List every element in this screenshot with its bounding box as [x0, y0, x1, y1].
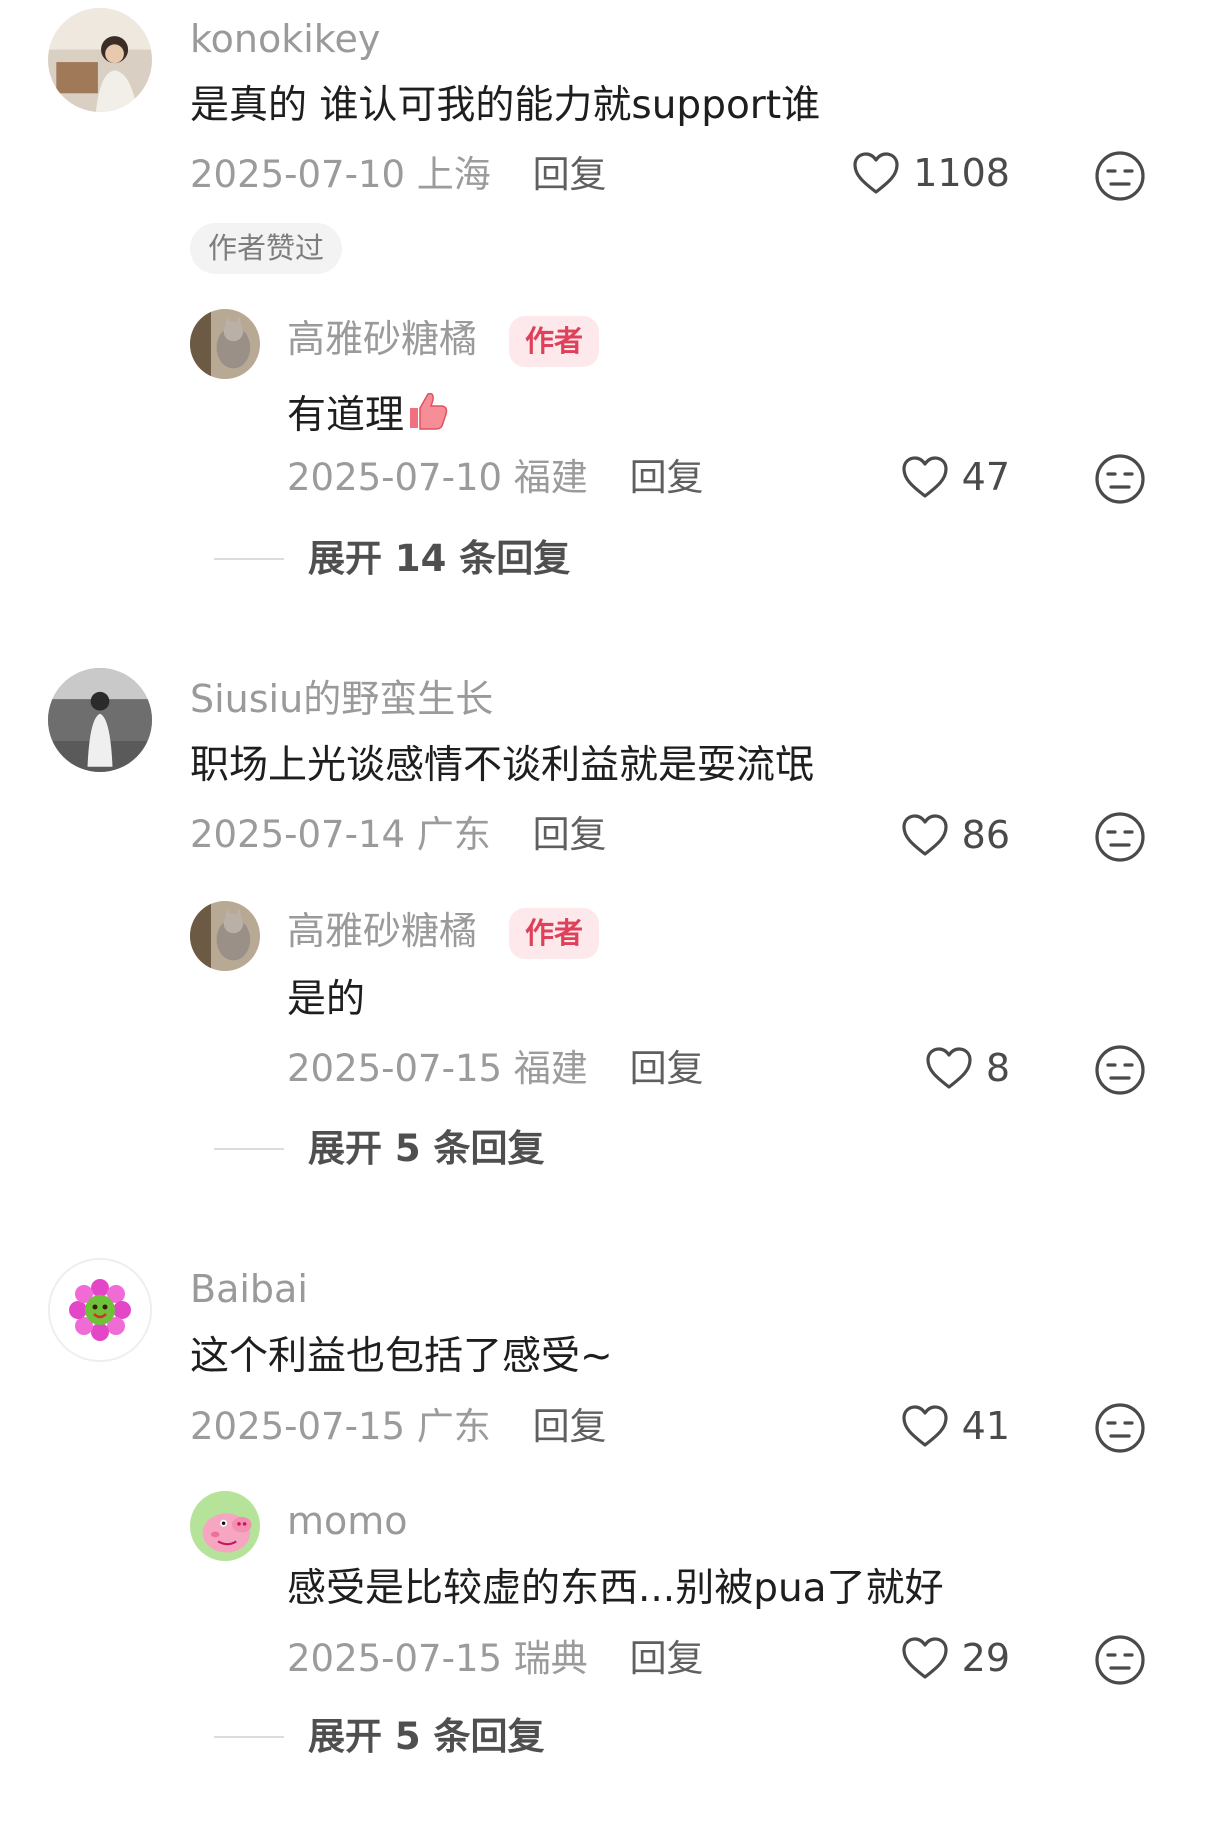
- like-button[interactable]: 47: [810, 454, 1010, 500]
- comment-text-content: 有道理: [287, 393, 405, 438]
- avatar[interactable]: [190, 901, 260, 971]
- comment-text: 这个利益也包括了感受~: [190, 1334, 613, 1379]
- comment-username[interactable]: Baibai: [190, 1270, 308, 1308]
- comment-username[interactable]: momo: [287, 1502, 408, 1540]
- comment-text: 是真的 谁认可我的能力就support谁: [190, 83, 821, 128]
- meh-face-icon: [1095, 1403, 1145, 1453]
- like-count: 47: [961, 455, 1010, 499]
- user-photo-avatar: [48, 668, 152, 772]
- comment-meta: 2025-07-15 广东 回复: [190, 1408, 607, 1445]
- avatar[interactable]: [48, 8, 152, 112]
- comment-meta: 2025-07-15 瑞典 回复: [287, 1640, 704, 1677]
- flower-avatar: [50, 1260, 150, 1360]
- comment-location: 瑞典: [513, 1637, 588, 1680]
- expand-replies-label: 展开 5 条回复: [308, 1715, 545, 1758]
- like-count: 86: [961, 813, 1010, 857]
- author-tag: 作者: [509, 316, 600, 367]
- reply-button[interactable]: 回复: [630, 1047, 704, 1090]
- heart-outline-icon: [902, 814, 948, 856]
- comment-username[interactable]: 高雅砂糖橘: [287, 320, 477, 358]
- dislike-button[interactable]: [1094, 1044, 1146, 1096]
- heart-outline-icon: [902, 1405, 948, 1447]
- author-liked-badge: 作者赞过: [190, 223, 343, 274]
- comment-text: 感受是比较虚的东西...别被pua了就好: [287, 1566, 944, 1611]
- reply-button[interactable]: 回复: [533, 1405, 607, 1448]
- like-count: 1108: [913, 151, 1010, 195]
- like-button[interactable]: 86: [810, 812, 1010, 858]
- comment-location: 上海: [416, 153, 491, 196]
- meh-face-icon: [1095, 1635, 1145, 1685]
- cat-photo-avatar: [190, 901, 260, 971]
- comment-location: 福建: [513, 1047, 588, 1090]
- comment-date: 2025-07-15: [190, 1405, 406, 1448]
- like-count: 41: [961, 1404, 1010, 1448]
- meh-face-icon: [1095, 151, 1145, 201]
- divider-line: [214, 1735, 284, 1738]
- like-button[interactable]: 1108: [750, 150, 1010, 196]
- comment-text: 有道理: [287, 388, 450, 435]
- comment-date: 2025-07-15: [287, 1637, 503, 1680]
- dislike-button[interactable]: [1094, 150, 1146, 202]
- dislike-button[interactable]: [1094, 811, 1146, 863]
- avatar[interactable]: [190, 1491, 260, 1561]
- comment-username[interactable]: konokikey: [190, 20, 380, 58]
- heart-outline-icon: [853, 152, 899, 194]
- expand-replies-button[interactable]: 展开 5 条回复: [214, 1130, 545, 1167]
- like-button[interactable]: 29: [810, 1635, 1010, 1681]
- meh-face-icon: [1095, 812, 1145, 862]
- pig-avatar: [190, 1491, 260, 1561]
- comment-meta: 2025-07-10 福建 回复: [287, 459, 704, 496]
- expand-replies-label: 展开 14 条回复: [308, 537, 571, 580]
- comment-meta: 2025-07-10 上海 回复: [190, 156, 607, 193]
- comment-location: 广东: [416, 1405, 491, 1448]
- like-count: 8: [985, 1046, 1010, 1090]
- expand-replies-button[interactable]: 展开 5 条回复: [214, 1718, 545, 1755]
- like-button[interactable]: 8: [810, 1045, 1010, 1091]
- expand-replies-label: 展开 5 条回复: [308, 1127, 545, 1170]
- meh-face-icon: [1095, 454, 1145, 504]
- comment-meta: 2025-07-15 福建 回复: [287, 1050, 704, 1087]
- dislike-button[interactable]: [1094, 1634, 1146, 1686]
- dislike-button[interactable]: [1094, 1402, 1146, 1454]
- comment-location: 广东: [416, 813, 491, 856]
- reply-button[interactable]: 回复: [630, 456, 704, 499]
- reply-button[interactable]: 回复: [630, 1637, 704, 1680]
- comment-date: 2025-07-14: [190, 813, 406, 856]
- user-photo-avatar: [48, 8, 152, 112]
- comment-username[interactable]: Siusiu的野蛮生长: [190, 680, 493, 718]
- heart-outline-icon: [926, 1047, 972, 1089]
- comment-date: 2025-07-15: [287, 1047, 503, 1090]
- comment-text: 是的: [287, 977, 366, 1022]
- comment-meta: 2025-07-14 广东 回复: [190, 816, 607, 853]
- comment-date: 2025-07-10: [190, 153, 406, 196]
- avatar[interactable]: [48, 1258, 152, 1362]
- comment-text: 职场上光谈感情不谈利益就是耍流氓: [190, 743, 815, 788]
- like-count: 29: [961, 1636, 1010, 1680]
- cat-photo-avatar: [190, 309, 260, 379]
- comment-date: 2025-07-10: [287, 456, 503, 499]
- avatar[interactable]: [190, 309, 260, 379]
- divider-line: [214, 1147, 284, 1150]
- comment-location: 福建: [513, 456, 588, 499]
- meh-face-icon: [1095, 1045, 1145, 1095]
- divider-line: [214, 557, 284, 560]
- heart-outline-icon: [902, 456, 948, 498]
- expand-replies-button[interactable]: 展开 14 条回复: [214, 540, 570, 577]
- thumbs-up-icon: [410, 392, 448, 430]
- heart-outline-icon: [902, 1637, 948, 1679]
- dislike-button[interactable]: [1094, 453, 1146, 505]
- avatar[interactable]: [48, 668, 152, 772]
- comment-username[interactable]: 高雅砂糖橘: [287, 912, 477, 950]
- like-button[interactable]: 41: [810, 1403, 1010, 1449]
- reply-button[interactable]: 回复: [533, 813, 607, 856]
- author-tag: 作者: [509, 908, 600, 959]
- reply-button[interactable]: 回复: [533, 153, 607, 196]
